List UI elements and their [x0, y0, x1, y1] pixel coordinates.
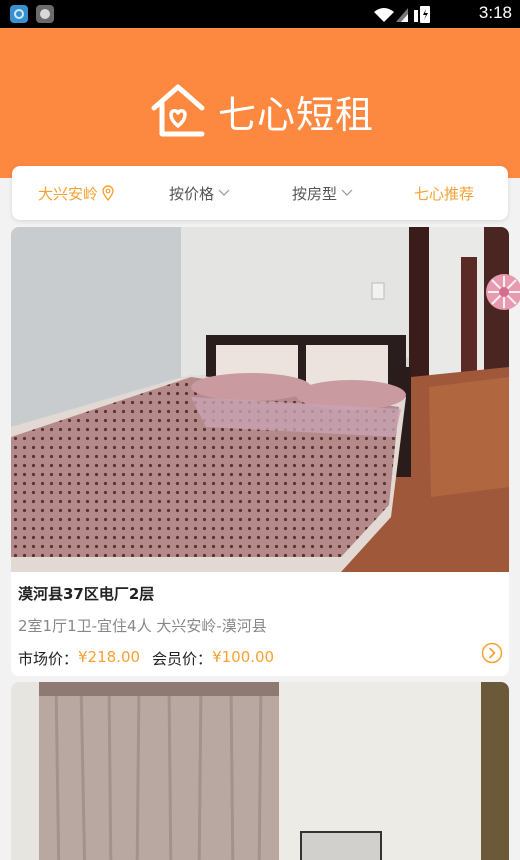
- listing-photo: [11, 682, 509, 860]
- location-pin-icon: [102, 185, 114, 201]
- listing-photo: [11, 227, 509, 572]
- filter-bar: 大兴安岭 按价格 按房型 七心推荐: [12, 166, 508, 220]
- chevron-down-icon: [341, 189, 353, 196]
- recommend-filter[interactable]: 七心推荐: [414, 166, 474, 220]
- app-title: 七心短租: [218, 92, 375, 137]
- house-heart-logo-icon: [151, 84, 205, 137]
- notification-camera-icon: [36, 5, 54, 23]
- listing-subtitle: 2室1厅1卫-宜住4人 大兴安岭-漠河县: [18, 617, 267, 635]
- chevron-down-icon: [218, 189, 230, 196]
- chevron-right-circle-icon[interactable]: [481, 642, 503, 664]
- price-filter[interactable]: 按价格: [169, 166, 230, 220]
- listing-prices: 市场价： ¥218.00 会员价： ¥100.00: [18, 648, 286, 669]
- floating-assistant-icon[interactable]: [484, 272, 520, 312]
- signal-icons: [374, 6, 430, 23]
- recommend-filter-label: 七心推荐: [414, 184, 475, 203]
- listing-card[interactable]: 漠河县37区电厂2层 2室1厅1卫-宜住4人 大兴安岭-漠河县 市场价： ¥21…: [11, 227, 509, 676]
- market-price-label: 市场价：: [18, 650, 79, 668]
- room-type-filter[interactable]: 按房型: [292, 166, 353, 220]
- room-type-filter-label: 按房型: [292, 184, 338, 203]
- price-filter-label: 按价格: [169, 184, 215, 203]
- member-price-label: 会员价：: [152, 650, 213, 668]
- app-header: 七心短租: [0, 28, 520, 178]
- location-filter-label: 大兴安岭: [38, 184, 99, 203]
- member-price: ¥100.00: [212, 648, 275, 666]
- location-filter[interactable]: 大兴安岭: [38, 166, 115, 220]
- listing-title: 漠河县37区电厂2层: [18, 585, 155, 603]
- status-bar: 3:18: [0, 0, 520, 28]
- clock: 3:18: [478, 3, 512, 22]
- notification-app-icon: [10, 5, 28, 23]
- brand: 七心短租: [148, 82, 374, 140]
- market-price: ¥218.00: [78, 648, 141, 666]
- listing-card[interactable]: [11, 682, 509, 860]
